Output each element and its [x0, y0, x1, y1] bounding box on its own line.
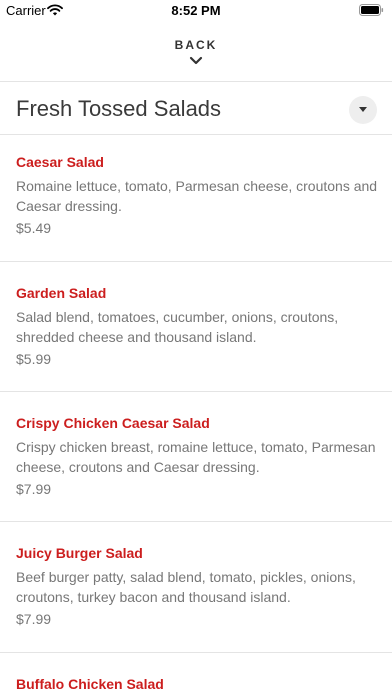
divider [0, 134, 392, 135]
item-description: Salad blend, tomatoes, cucumber, onions,… [16, 309, 339, 345]
divider [0, 521, 392, 522]
menu-item[interactable]: Caesar Salad Romaine lettuce, tomato, Pa… [0, 154, 392, 246]
menu-item[interactable]: Juicy Burger Salad Beef burger patty, sa… [0, 545, 392, 637]
divider [0, 391, 392, 392]
item-name: Crispy Chicken Caesar Salad [16, 415, 210, 431]
divider [0, 81, 392, 82]
caret-down-icon [359, 107, 367, 112]
item-price: $5.99 [16, 351, 52, 367]
status-time: 8:52 PM [171, 3, 221, 18]
menu-item[interactable]: Buffalo Chicken Salad [0, 676, 392, 696]
menu-item[interactable]: Garden Salad Salad blend, tomatoes, cucu… [0, 285, 392, 377]
back-label: BACK [174, 38, 218, 52]
item-name: Caesar Salad [16, 154, 104, 170]
item-name: Juicy Burger Salad [16, 545, 143, 561]
item-price: $7.99 [16, 611, 52, 627]
status-bar: Carrier 8:52 PM [0, 0, 392, 22]
item-name: Buffalo Chicken Salad [16, 676, 164, 692]
divider [0, 261, 392, 262]
menu-item[interactable]: Crispy Chicken Caesar Salad Crispy chick… [0, 415, 392, 507]
section-title: Fresh Tossed Salads [16, 96, 222, 121]
item-description: Romaine lettuce, tomato, Parmesan cheese… [16, 178, 378, 214]
divider [0, 652, 392, 653]
back-button[interactable]: BACK [146, 34, 246, 74]
item-description: Beef burger patty, salad blend, tomato, … [16, 569, 356, 605]
item-price: $5.49 [16, 220, 52, 236]
section-dropdown-button[interactable] [349, 96, 377, 124]
chevron-down-icon [189, 56, 203, 65]
item-name: Garden Salad [16, 285, 107, 301]
item-description: Crispy chicken breast, romaine lettuce, … [16, 439, 376, 475]
item-price: $7.99 [16, 481, 52, 497]
battery-icon [359, 4, 384, 16]
